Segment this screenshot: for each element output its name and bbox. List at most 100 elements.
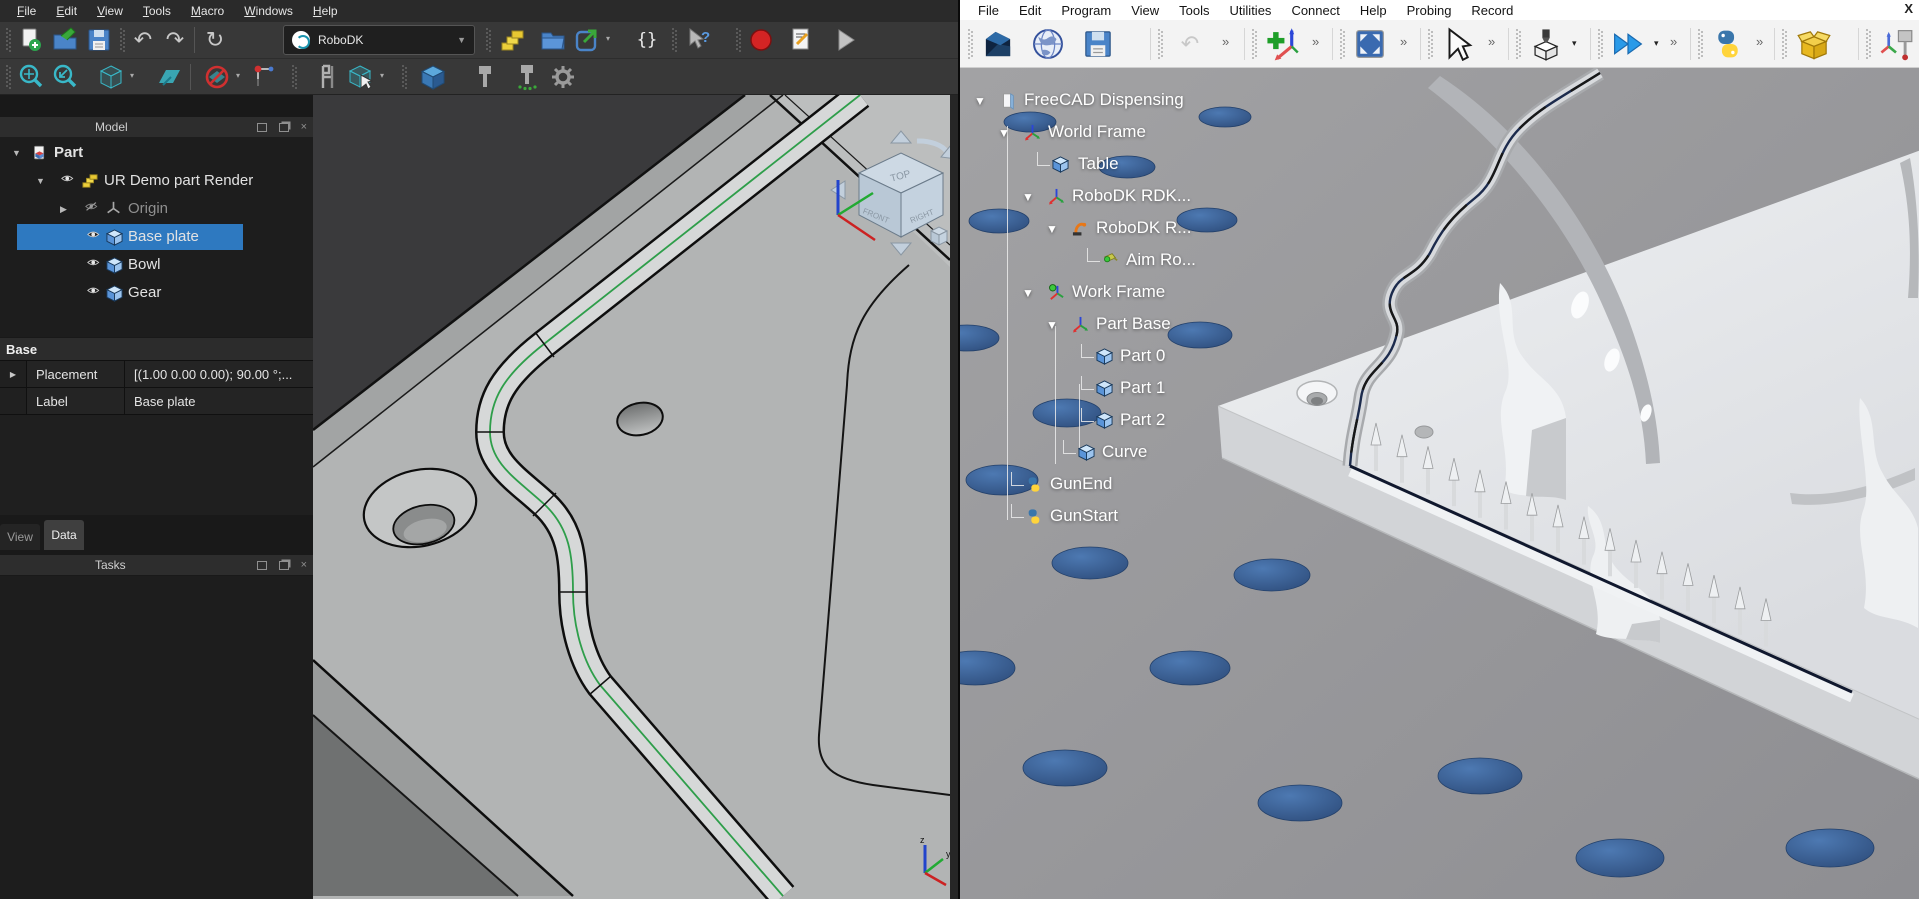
fit-view-icon[interactable] xyxy=(1352,26,1388,62)
tab-view[interactable]: View xyxy=(0,524,40,550)
open-document-icon[interactable] xyxy=(50,25,80,55)
close-panel-icon[interactable]: × xyxy=(301,121,307,133)
menu-item-tools[interactable]: Tools xyxy=(134,2,180,20)
expander-icon[interactable]: ▼ xyxy=(974,94,986,108)
menu-item-file[interactable]: File xyxy=(8,2,45,20)
run-macro-icon[interactable] xyxy=(830,25,860,55)
chevron-down-icon[interactable]: ▾ xyxy=(236,71,240,80)
part-steps-icon[interactable] xyxy=(498,25,528,55)
menu-item-view[interactable]: View xyxy=(88,2,132,20)
expander-icon[interactable]: ▶ xyxy=(60,204,67,215)
property-value[interactable]: Base plate xyxy=(125,388,313,414)
expander-icon[interactable]: ▼ xyxy=(998,126,1010,140)
model-panel-title: Model xyxy=(95,120,128,134)
property-expander[interactable]: ▶ xyxy=(0,361,27,387)
add-frame-icon[interactable] xyxy=(1264,26,1300,62)
overflow-chevron-icon[interactable]: » xyxy=(1670,34,1677,49)
refresh-icon[interactable]: ↻ xyxy=(200,25,230,55)
chevron-down-icon[interactable]: ▾ xyxy=(1572,38,1577,49)
model-tree-item-origin[interactable]: ▶Origin xyxy=(0,196,313,222)
menu-item-view[interactable]: View xyxy=(1121,2,1169,19)
workbench-selector[interactable]: RoboDK ▼ xyxy=(283,25,475,55)
property-row-placement[interactable]: ▶Placement[(1.00 0.00 0.00); 90.00 °;... xyxy=(0,361,313,388)
python-icon[interactable] xyxy=(1710,26,1746,62)
restore-panel-icon[interactable] xyxy=(257,561,267,570)
expander-icon[interactable]: ▼ xyxy=(1046,222,1058,236)
overflow-chevron-icon[interactable]: » xyxy=(1756,34,1763,49)
tcp-tool-icon[interactable] xyxy=(470,62,500,92)
save-icon[interactable] xyxy=(1080,26,1116,62)
overflow-chevron-icon[interactable]: » xyxy=(1312,34,1319,49)
freecad-3d-viewport[interactable]: TOP FRONT RIGHT z y x xyxy=(313,95,950,899)
tab-data[interactable]: Data xyxy=(44,520,84,550)
float-panel-icon[interactable] xyxy=(279,123,289,132)
close-panel-icon[interactable]: × xyxy=(301,559,307,571)
property-value[interactable]: [(1.00 0.00 0.00); 90.00 °;... xyxy=(125,361,313,387)
model-tree-item-ur-demo-part-render[interactable]: ▼UR Demo part Render xyxy=(0,168,313,194)
axis-cross-icon[interactable] xyxy=(248,62,278,92)
braces-icon[interactable]: {} xyxy=(632,25,662,55)
chevron-down-icon[interactable]: ▾ xyxy=(1654,38,1659,49)
record-macro-icon[interactable] xyxy=(746,25,776,55)
visibility-toggle-icon[interactable] xyxy=(202,62,232,92)
isometric-view-icon[interactable] xyxy=(96,62,126,92)
expander-icon[interactable]: ▼ xyxy=(1046,318,1058,332)
redo-icon[interactable]: ↷ xyxy=(160,25,190,55)
fit-all-icon[interactable] xyxy=(16,62,46,92)
undo-icon[interactable]: ↶ xyxy=(128,25,158,55)
cursor-icon[interactable] xyxy=(1440,26,1476,62)
zoom-selection-icon[interactable] xyxy=(50,62,80,92)
overflow-chevron-icon[interactable]: » xyxy=(1400,34,1407,49)
measure-icon[interactable] xyxy=(312,62,342,92)
overflow-chevron-icon[interactable]: » xyxy=(1488,34,1495,49)
save-icon[interactable] xyxy=(84,25,114,55)
expander-icon[interactable]: ▼ xyxy=(36,176,45,186)
model-tree-item-base-plate[interactable]: Base plate xyxy=(0,224,313,250)
target-axes-icon[interactable] xyxy=(1878,26,1914,62)
whats-this-icon[interactable]: ? xyxy=(684,25,714,55)
clip-plane-icon[interactable] xyxy=(154,62,184,92)
fast-forward-icon[interactable] xyxy=(1610,26,1646,62)
menu-item-help[interactable]: Help xyxy=(304,2,347,20)
menu-item-windows[interactable]: Windows xyxy=(235,2,302,20)
menu-item-tools[interactable]: Tools xyxy=(1169,2,1219,19)
settings-gear-icon[interactable] xyxy=(548,62,578,92)
expander-icon[interactable]: ▼ xyxy=(1022,286,1034,300)
machine-tool-icon[interactable] xyxy=(1528,26,1564,62)
menu-item-connect[interactable]: Connect xyxy=(1281,2,1349,19)
new-document-icon[interactable] xyxy=(16,25,46,55)
restore-panel-icon[interactable] xyxy=(257,123,267,132)
close-window-button[interactable]: X xyxy=(1904,1,1913,16)
expander-icon[interactable]: ▼ xyxy=(12,148,21,158)
property-row-label[interactable]: LabelBase plate xyxy=(0,388,313,415)
bounding-box-icon[interactable] xyxy=(418,62,448,92)
menu-item-utilities[interactable]: Utilities xyxy=(1220,2,1282,19)
model-tree-item-bowl[interactable]: Bowl xyxy=(0,252,313,278)
open-folder-icon[interactable] xyxy=(538,25,568,55)
box-selection-icon[interactable] xyxy=(346,62,376,92)
model-tree-item-gear[interactable]: Gear xyxy=(0,280,313,306)
menu-item-help[interactable]: Help xyxy=(1350,2,1397,19)
float-panel-icon[interactable] xyxy=(279,561,289,570)
package-box-icon[interactable] xyxy=(1796,26,1832,62)
edit-macro-icon[interactable] xyxy=(786,25,816,55)
tcp-curve-icon[interactable] xyxy=(512,62,542,92)
menu-item-program[interactable]: Program xyxy=(1051,2,1121,19)
menu-item-file[interactable]: File xyxy=(968,2,1009,19)
expander-icon[interactable]: ▼ xyxy=(1022,190,1034,204)
chevron-down-icon[interactable]: ▾ xyxy=(130,71,134,80)
export-icon[interactable] xyxy=(572,25,602,55)
undo-icon[interactable]: ↶ xyxy=(1172,26,1208,62)
model-tree-item-part[interactable]: ▼Part xyxy=(0,140,313,166)
menu-item-edit[interactable]: Edit xyxy=(47,2,86,20)
open-icon[interactable] xyxy=(980,26,1016,62)
chevron-down-icon[interactable]: ▾ xyxy=(380,71,384,80)
menu-item-macro[interactable]: Macro xyxy=(182,2,233,20)
globe-icon[interactable] xyxy=(1030,26,1066,62)
menu-item-record[interactable]: Record xyxy=(1461,2,1523,19)
chevron-down-icon[interactable]: ▾ xyxy=(606,34,610,43)
overflow-chevron-icon[interactable]: » xyxy=(1222,34,1229,49)
property-editor: Base ▶Placement[(1.00 0.00 0.00); 90.00 … xyxy=(0,338,313,415)
menu-item-edit[interactable]: Edit xyxy=(1009,2,1051,19)
menu-item-probing[interactable]: Probing xyxy=(1397,2,1462,19)
